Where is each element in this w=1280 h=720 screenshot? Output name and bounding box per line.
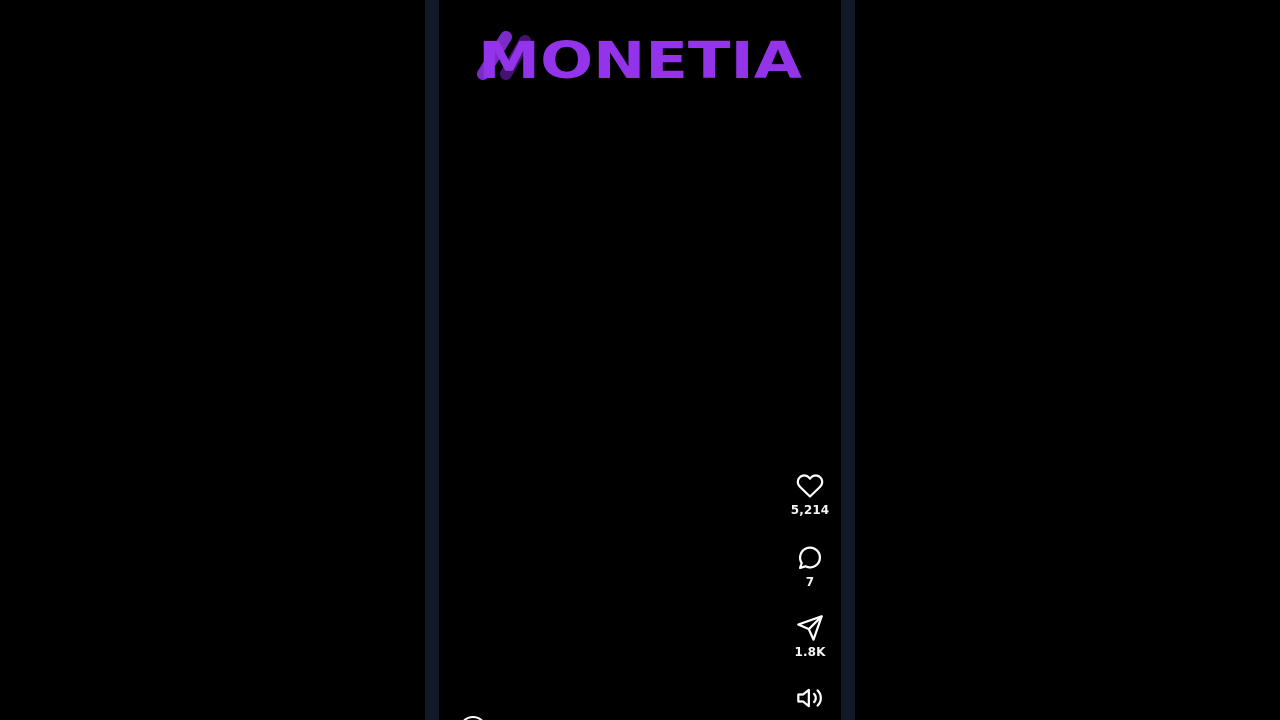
send-icon: [797, 615, 823, 641]
share-button[interactable]: 1.8K: [789, 614, 831, 659]
comment-icon: [798, 546, 822, 570]
share-count: 1.8K: [794, 645, 826, 659]
like-count: 5,214: [790, 503, 830, 517]
video-feed-screen[interactable]: MONETIA 5,214 7 1.8K: [439, 0, 841, 720]
heart-icon: [796, 474, 824, 498]
volume-icon: [797, 688, 822, 708]
creator-avatar[interactable]: [459, 716, 487, 720]
reels-page: MONETIA 5,214 7 1.8K: [0, 0, 1280, 720]
comment-count: 7: [805, 575, 815, 589]
monetia-logo: MONETIA: [477, 28, 803, 91]
comment-button[interactable]: 7: [789, 544, 831, 589]
logo-text: MONETIA: [478, 32, 803, 84]
sound-toggle-button[interactable]: [789, 684, 831, 712]
like-button[interactable]: 5,214: [789, 472, 831, 517]
